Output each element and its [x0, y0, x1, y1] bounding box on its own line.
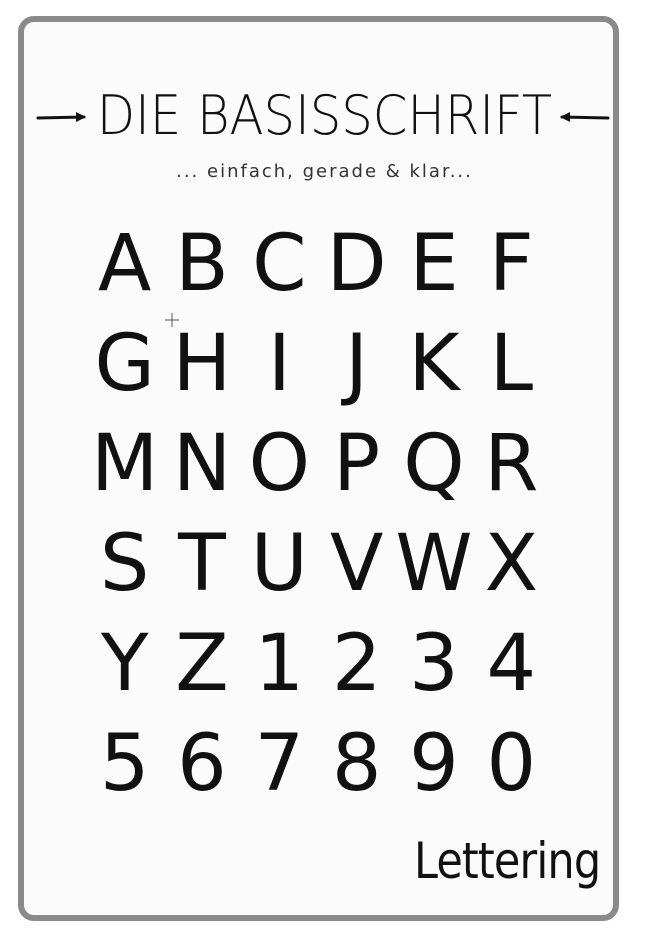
- alphabet-grid: ABCDEF GHIJKL MNOPQR STUVWX YZ1234 567890: [86, 214, 550, 814]
- glyph-p: P: [333, 419, 381, 509]
- lettering-signature: Lettering: [414, 832, 601, 890]
- glyph-6: 6: [177, 719, 227, 809]
- glyph-7: 7: [254, 719, 305, 809]
- page-subtitle: ... einfach, gerade & klar...: [176, 161, 473, 182]
- glyph-s: S: [99, 519, 150, 609]
- glyph-1: 1: [254, 619, 305, 709]
- glyph-k: K: [408, 319, 460, 409]
- glyph-c: C: [252, 219, 307, 309]
- glyph-g: G: [94, 319, 155, 409]
- arrow-left-icon: [560, 112, 610, 122]
- glyph-r: R: [484, 419, 539, 509]
- glyph-0: 0: [486, 719, 537, 809]
- glyph-v: V: [329, 519, 384, 609]
- glyph-z: Z: [175, 619, 229, 709]
- glyph-9: 9: [409, 719, 459, 809]
- glyph-q: Q: [403, 419, 465, 509]
- glyph-l: L: [489, 319, 534, 409]
- glyph-o: O: [248, 419, 311, 509]
- glyph-x: X: [484, 519, 539, 609]
- glyph-a: A: [97, 219, 152, 309]
- glyph-j: J: [345, 319, 369, 409]
- title-row: DIE BASISSCHRIFT: [0, 80, 649, 150]
- glyph-e: E: [409, 219, 459, 309]
- glyph-d: D: [326, 219, 387, 309]
- glyph-2: 2: [331, 619, 382, 709]
- glyph-u: U: [250, 519, 308, 609]
- glyph-8: 8: [331, 719, 382, 809]
- glyph-5: 5: [99, 719, 150, 809]
- glyph-n: N: [172, 419, 232, 509]
- glyph-b: B: [175, 219, 229, 309]
- glyph-w: W: [395, 519, 473, 609]
- glyph-t: T: [178, 519, 226, 609]
- crosshair-cursor-icon: [165, 313, 179, 327]
- glyph-y: Y: [100, 619, 149, 709]
- glyph-3: 3: [409, 619, 459, 709]
- glyph-f: F: [488, 219, 534, 309]
- glyph-h: H: [172, 319, 232, 409]
- page-title: DIE BASISSCHRIFT: [96, 84, 553, 147]
- glyph-4: 4: [486, 619, 537, 709]
- glyph-m: M: [91, 419, 159, 509]
- glyph-i: I: [267, 319, 291, 409]
